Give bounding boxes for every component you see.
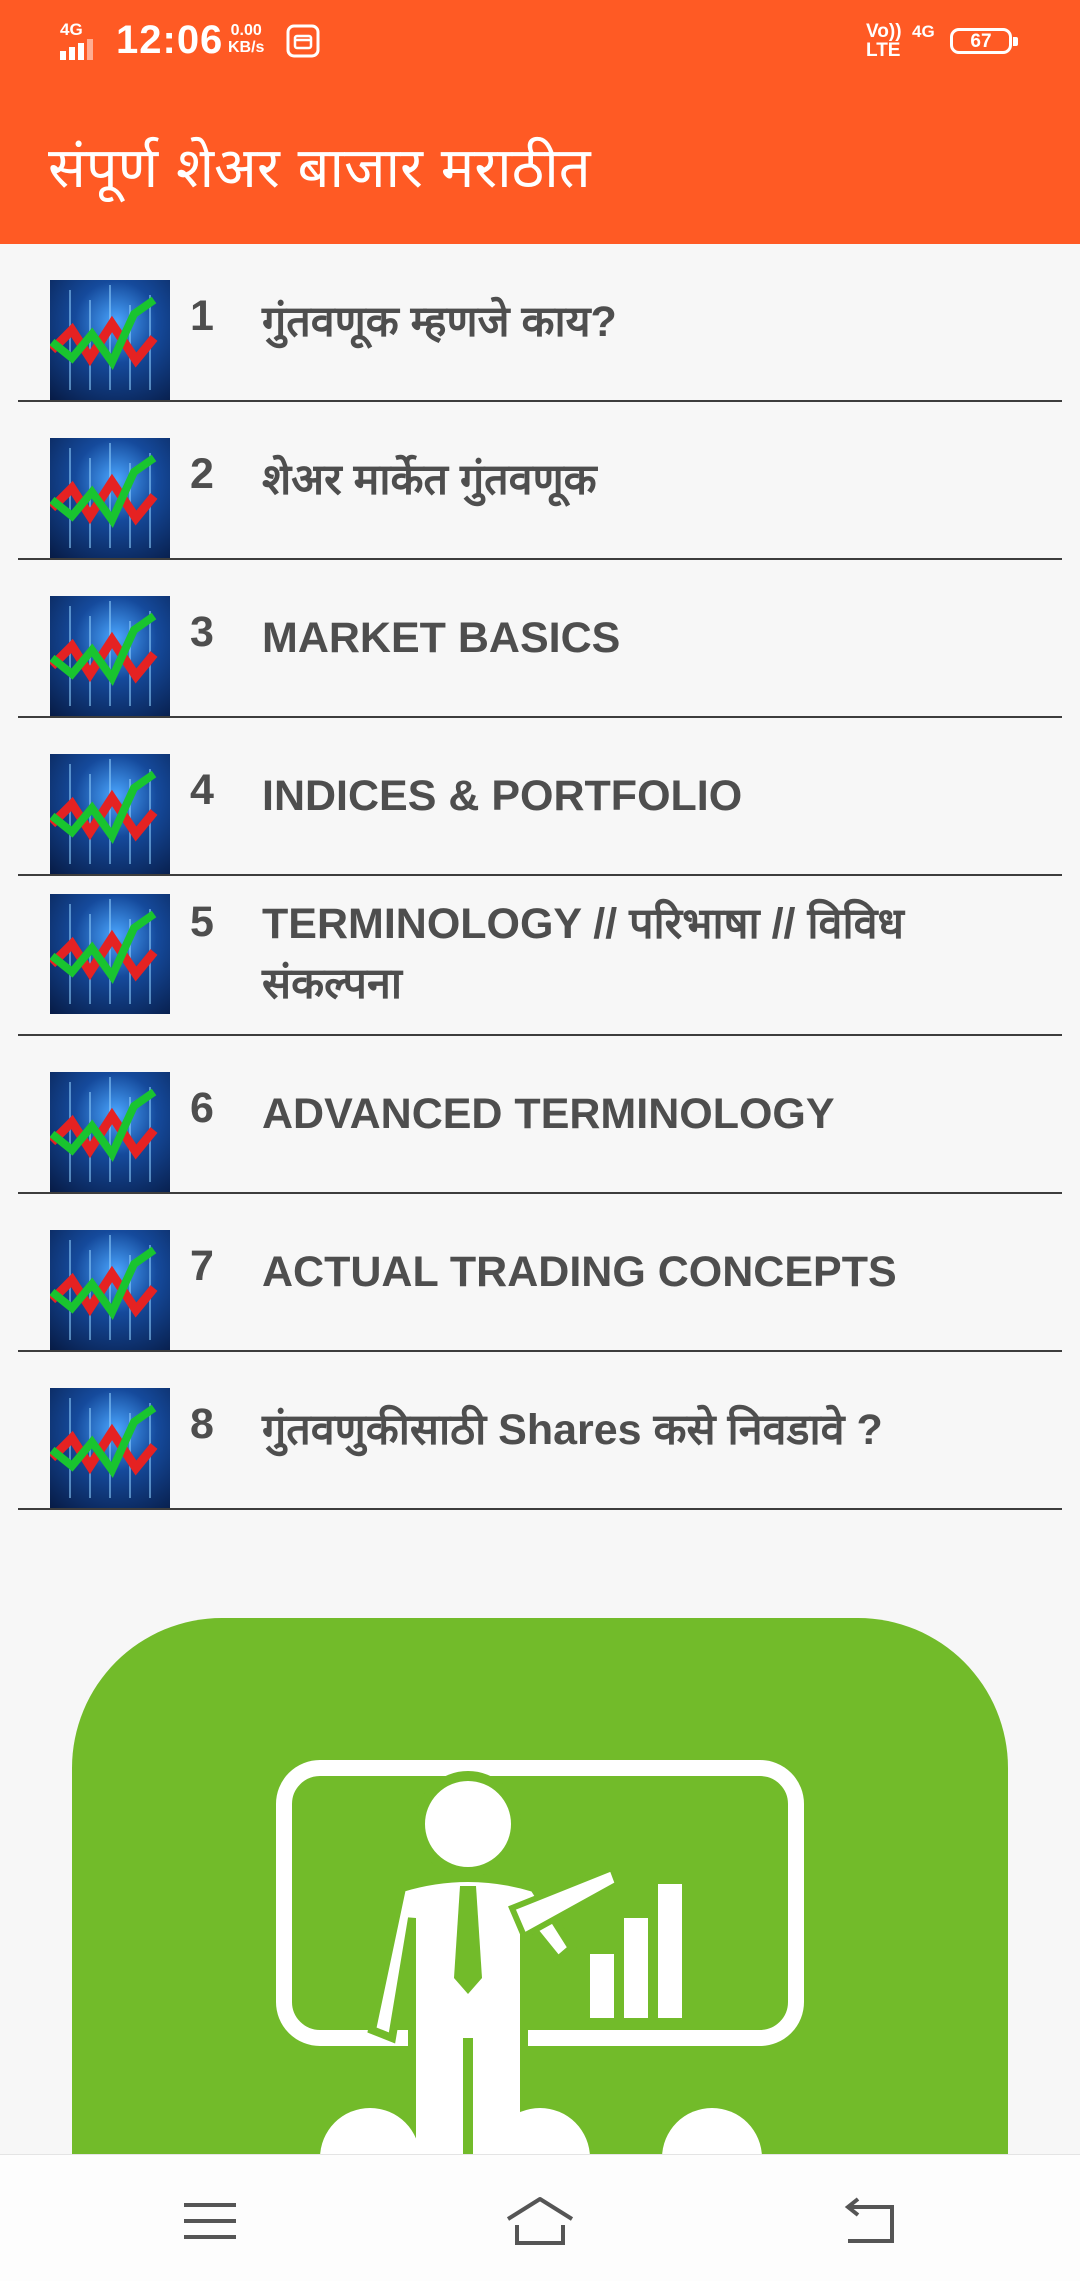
notification-app-icon <box>286 24 320 63</box>
topic-number: 1 <box>190 292 214 340</box>
network-type: 4G <box>60 20 83 39</box>
home-icon[interactable] <box>505 2193 575 2249</box>
topic-title: ADVANCED TERMINOLOGY <box>262 1090 835 1138</box>
topic-number: 4 <box>190 766 214 814</box>
app-bar: संपूर्ण शेअर बाजार मराठीत <box>0 86 1080 244</box>
system-nav-bar <box>0 2154 1080 2281</box>
promo-banner[interactable] <box>72 1618 1008 2158</box>
battery-level: 67 <box>970 31 992 52</box>
topic-title: MARKET BASICS <box>262 614 621 662</box>
speed-value: 0.00 <box>230 22 262 39</box>
presenter-with-chart-icon <box>276 1760 804 2158</box>
network-type-secondary: 4G <box>912 22 935 41</box>
clock: 12:06 <box>116 18 224 62</box>
topic-row-1[interactable]: 1 गुंतवणूक म्हणजे काय? <box>0 244 1080 402</box>
topic-row-3[interactable]: 3 MARKET BASICS <box>0 560 1080 718</box>
topic-row-5[interactable]: 5 TERMINOLOGY // परिभाषा // विविध संकल्पन… <box>0 876 1080 1036</box>
stock-chart-thumbnail <box>50 1072 170 1192</box>
volte-bottom: LTE <box>866 40 901 61</box>
volte-indicator: Vo)) LTE <box>866 22 902 60</box>
network-speed: 0.00 KB/s <box>228 22 264 56</box>
topic-number: 8 <box>190 1400 214 1448</box>
menu-icon[interactable] <box>176 2193 246 2249</box>
stock-chart-thumbnail <box>50 438 170 558</box>
topic-title: गुंतवणूक म्हणजे काय? <box>262 298 617 346</box>
stock-chart-thumbnail <box>50 754 170 874</box>
topic-row-4[interactable]: 4 INDICES & PORTFOLIO <box>0 718 1080 876</box>
topic-title: TERMINOLOGY // परिभाषा // विविध संकल्पना <box>262 900 904 1008</box>
back-icon[interactable] <box>836 2193 906 2249</box>
topic-number: 6 <box>190 1084 214 1132</box>
row-divider <box>18 1508 1062 1510</box>
topic-number: 5 <box>190 898 214 946</box>
topic-title: ACTUAL TRADING CONCEPTS <box>262 1248 897 1296</box>
topic-number: 7 <box>190 1242 214 1290</box>
topic-number: 3 <box>190 608 214 656</box>
stock-chart-thumbnail <box>50 894 170 1014</box>
stock-chart-thumbnail <box>50 280 170 400</box>
app-title: संपूर्ण शेअर बाजार मराठीत <box>48 136 591 201</box>
topic-row-7[interactable]: 7 ACTUAL TRADING CONCEPTS <box>0 1194 1080 1352</box>
signal-icon: 4G <box>56 20 106 60</box>
topic-title: शेअर मार्केत गुंतवणूक <box>262 456 597 504</box>
topic-number: 2 <box>190 450 214 498</box>
battery-icon: 67 <box>950 28 1018 54</box>
stock-chart-thumbnail <box>50 596 170 716</box>
topic-row-6[interactable]: 6 ADVANCED TERMINOLOGY <box>0 1036 1080 1194</box>
status-bar: 4G 12:06 0.00 KB/s Vo)) LTE 4G 67 <box>0 0 1080 86</box>
topic-title: गुंतवणुकीसाठी Shares कसे निवडावे ? <box>262 1406 883 1454</box>
volte-top: Vo)) <box>866 21 902 42</box>
stock-chart-thumbnail <box>50 1388 170 1508</box>
topic-row-2[interactable]: 2 शेअर मार्केत गुंतवणूक <box>0 402 1080 560</box>
stock-chart-thumbnail <box>50 1230 170 1350</box>
topic-title: INDICES & PORTFOLIO <box>262 772 743 820</box>
topic-row-8[interactable]: 8 गुंतवणुकीसाठी Shares कसे निवडावे ? <box>0 1352 1080 1510</box>
topic-list: 1 गुंतवणूक म्हणजे काय? 2 शेअर मार्केत गुंतव… <box>0 244 1080 1510</box>
speed-unit: KB/s <box>228 39 265 56</box>
